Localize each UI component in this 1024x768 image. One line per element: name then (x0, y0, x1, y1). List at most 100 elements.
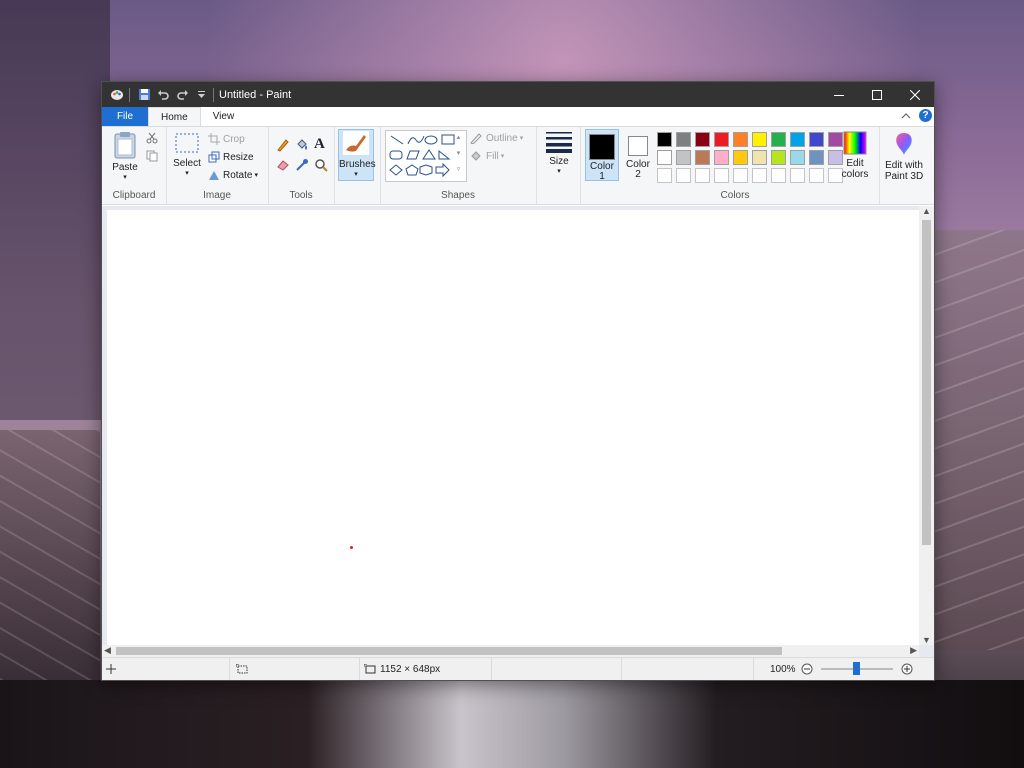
fill-button[interactable]: Fill ▾ (470, 150, 504, 162)
palette-swatch[interactable] (771, 132, 786, 147)
shapes-scroll[interactable]: ▴ ▾ ▿ (454, 130, 463, 180)
brushes-group: Brushes ▾ (334, 127, 381, 204)
custom-color-slot[interactable] (809, 168, 824, 183)
clipboard-group-label: Clipboard (112, 190, 156, 201)
horizontal-scroll-thumb[interactable] (116, 647, 782, 655)
paste-button[interactable]: Paste ▾ (108, 131, 142, 181)
quick-access-toolbar: Untitled - Paint (108, 82, 291, 107)
brushes-label: Brushes (339, 159, 376, 170)
size-icon (546, 132, 572, 153)
edit-with-paint3d-button[interactable]: Edit with Paint 3D (881, 131, 927, 182)
palette-swatch[interactable] (695, 132, 710, 147)
palette-swatch[interactable] (790, 132, 805, 147)
zoom-out-icon[interactable] (801, 663, 813, 675)
tab-home[interactable]: Home (148, 107, 201, 126)
size-button[interactable]: Size ▾ (539, 129, 579, 175)
rotate-button[interactable]: Rotate ▾ (208, 169, 258, 181)
fill-bucket-icon[interactable] (295, 138, 309, 152)
scroll-up-icon[interactable]: ▲ (922, 206, 931, 216)
palette-swatch[interactable] (733, 132, 748, 147)
custom-color-slot[interactable] (695, 168, 710, 183)
zoom-controls: 100% (770, 662, 913, 676)
scroll-down-icon[interactable]: ▼ (922, 635, 931, 645)
color1-swatch (589, 134, 615, 160)
custom-color-slot[interactable] (752, 168, 767, 183)
shapes-group-label: Shapes (441, 190, 475, 201)
palette-swatch[interactable] (657, 150, 672, 165)
maximize-button[interactable] (858, 82, 896, 107)
redo-icon[interactable] (173, 86, 191, 104)
scroll-right-icon[interactable]: ▶ (910, 645, 917, 656)
status-bar: 1152 × 648px 100% (102, 657, 934, 680)
drawing-canvas[interactable] (107, 210, 919, 645)
close-button[interactable] (896, 82, 934, 107)
custom-color-slot[interactable] (790, 168, 805, 183)
select-button[interactable]: Select ▾ (170, 131, 204, 177)
custom-color-slot[interactable] (657, 168, 672, 183)
palette-swatch[interactable] (695, 150, 710, 165)
zoom-in-icon[interactable] (901, 663, 913, 675)
palette-swatch[interactable] (714, 150, 729, 165)
palette-swatch[interactable] (733, 150, 748, 165)
color1-button[interactable]: Color 1 (585, 129, 619, 182)
custom-color-slot[interactable] (771, 168, 786, 183)
copy-icon[interactable] (146, 150, 158, 162)
cut-icon[interactable] (146, 132, 158, 144)
toolbar-separator (213, 87, 214, 102)
palette-swatch[interactable] (809, 132, 824, 147)
edit-colors-button[interactable]: Edit colors (835, 131, 875, 180)
image-group: Select ▾ Crop Resize Rotate ▾ Image (166, 127, 269, 204)
zoom-slider[interactable] (820, 662, 893, 676)
scroll-left-icon[interactable]: ◀ (104, 645, 111, 656)
custom-color-slot[interactable] (733, 168, 748, 183)
custom-color-slot[interactable] (714, 168, 729, 183)
toolbar-separator (129, 87, 130, 102)
customize-toolbar-icon[interactable] (192, 86, 210, 104)
palette-swatch[interactable] (714, 132, 729, 147)
palette-swatch[interactable] (771, 150, 786, 165)
fill-icon (471, 151, 481, 161)
pencil-icon[interactable] (276, 138, 290, 152)
clipboard-group: Paste ▾ Clipboard (102, 127, 167, 204)
help-icon[interactable]: ? (919, 109, 932, 122)
image-group-label: Image (203, 190, 231, 201)
vertical-scroll-thumb[interactable] (922, 220, 931, 545)
custom-color-slot[interactable] (676, 168, 691, 183)
crop-button[interactable]: Crop (208, 133, 245, 145)
collapse-ribbon-icon[interactable] (901, 112, 911, 120)
palette-swatch[interactable] (809, 150, 824, 165)
eraser-icon[interactable] (276, 158, 290, 172)
tab-view[interactable]: View (201, 107, 247, 126)
palette-swatch[interactable] (752, 132, 767, 147)
palette-swatch[interactable] (676, 132, 691, 147)
image-dimensions: 1152 × 648px (360, 658, 492, 680)
tab-file[interactable]: File (102, 107, 148, 126)
paint-window: Untitled - Paint File Home View ? Paste … (101, 81, 935, 681)
edit-colors-label: Edit colors (841, 158, 869, 180)
palette-swatch[interactable] (676, 150, 691, 165)
color2-swatch (628, 136, 648, 156)
horizontal-scrollbar[interactable]: ◀ ▶ (102, 645, 919, 657)
status-empty (492, 658, 622, 680)
color2-button[interactable]: Color 2 (623, 129, 653, 181)
palette-swatch[interactable] (790, 150, 805, 165)
paint-app-icon[interactable] (108, 86, 126, 104)
magnifier-icon[interactable] (314, 158, 328, 172)
palette-swatch[interactable] (752, 150, 767, 165)
window-title: Untitled - Paint (219, 88, 292, 101)
paste-label: Paste (112, 162, 138, 173)
resize-button[interactable]: Resize (208, 151, 254, 163)
brushes-button[interactable]: Brushes ▾ (338, 129, 376, 181)
rotate-label: Rotate (223, 169, 253, 181)
palette-swatch[interactable] (657, 132, 672, 147)
outline-button[interactable]: Outline ▾ (470, 132, 523, 144)
undo-icon[interactable] (154, 86, 172, 104)
zoom-slider-thumb[interactable] (852, 662, 860, 675)
save-icon[interactable] (135, 86, 153, 104)
image-size-icon (364, 664, 376, 674)
minimize-button[interactable] (820, 82, 858, 107)
vertical-scrollbar[interactable]: ▲ ▼ (919, 206, 934, 645)
rotate-icon (209, 171, 219, 180)
text-tool-icon[interactable]: A (314, 136, 325, 153)
color-picker-icon[interactable] (295, 158, 309, 172)
